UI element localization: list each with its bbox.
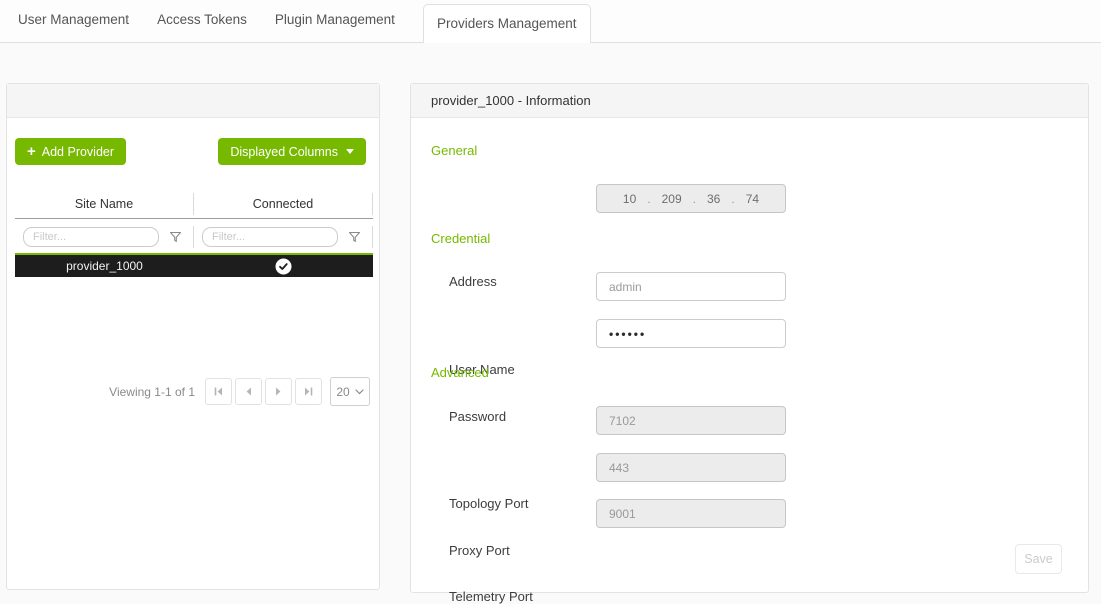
tab-user-management[interactable]: User Management — [18, 0, 129, 42]
ip-separator: . — [693, 192, 696, 206]
provider-information-title: provider_1000 - Information — [431, 93, 591, 108]
save-button[interactable]: Save — [1015, 544, 1062, 574]
address-ip-field: 10 . 209 . 36 . 74 — [596, 184, 786, 213]
provider-information-panel: provider_1000 - Information General Addr… — [410, 83, 1089, 593]
password-input[interactable] — [596, 319, 786, 348]
add-provider-label: Add Provider — [42, 145, 114, 159]
pagination: Viewing 1-1 of 1 — [109, 377, 370, 406]
last-page-button[interactable] — [295, 378, 322, 405]
section-heading-advanced: Advanced — [431, 365, 489, 380]
user-name-input[interactable] — [596, 272, 786, 301]
column-divider — [372, 226, 373, 248]
cell-site-name: provider_1000 — [15, 259, 194, 273]
connected-filter-button[interactable] — [346, 229, 363, 246]
ip-octet-1: 10 — [623, 192, 636, 206]
ip-separator: . — [731, 192, 734, 206]
chevron-down-icon — [355, 389, 364, 395]
ip-octet-3: 36 — [707, 192, 720, 206]
next-page-icon — [274, 386, 283, 397]
site-name-filter-input[interactable] — [23, 227, 159, 247]
ip-octet-4: 74 — [746, 192, 759, 206]
displayed-columns-button[interactable]: Displayed Columns — [218, 138, 366, 165]
ip-octet-2: 209 — [662, 192, 682, 206]
providers-management-page: User Management Access Tokens Plugin Man… — [0, 0, 1101, 600]
proxy-port-label: Proxy Port — [449, 543, 510, 558]
filter-row — [15, 225, 373, 249]
cell-connected — [194, 258, 373, 275]
providers-table: Site Name Connected — [15, 189, 373, 277]
column-divider — [372, 193, 373, 215]
site-name-filter-cell — [15, 227, 193, 247]
topology-port-label: Topology Port — [449, 496, 529, 511]
displayed-columns-label: Displayed Columns — [230, 145, 338, 159]
filter-funnel-icon — [348, 231, 361, 244]
telemetry-port-input — [596, 499, 786, 528]
providers-table-header: Site Name Connected — [15, 189, 373, 219]
caret-down-icon — [346, 149, 354, 154]
section-heading-general: General — [431, 143, 477, 158]
table-row-provider-1000[interactable]: provider_1000 — [15, 253, 373, 277]
tab-providers-management[interactable]: Providers Management — [423, 4, 591, 43]
providers-list-panel: + Add Provider Displayed Columns Site Na… — [6, 83, 380, 590]
password-label: Password — [449, 409, 506, 424]
last-page-icon — [303, 386, 314, 397]
column-header-site-name[interactable]: Site Name — [15, 197, 193, 211]
add-provider-button[interactable]: + Add Provider — [15, 138, 126, 165]
ip-separator: . — [647, 192, 650, 206]
proxy-port-input — [596, 453, 786, 482]
plus-icon: + — [27, 144, 36, 159]
previous-page-button[interactable] — [235, 378, 262, 405]
previous-page-icon — [244, 386, 253, 397]
provider-information-header: provider_1000 - Information — [411, 84, 1088, 118]
pagination-summary: Viewing 1-1 of 1 — [109, 385, 195, 399]
site-name-filter-button[interactable] — [167, 229, 184, 246]
filter-funnel-icon — [169, 231, 182, 244]
first-page-icon — [213, 386, 224, 397]
tab-access-tokens[interactable]: Access Tokens — [157, 0, 247, 42]
next-page-button[interactable] — [265, 378, 292, 405]
top-tab-bar: User Management Access Tokens Plugin Man… — [0, 0, 1101, 43]
providers-list-panel-header — [7, 84, 379, 118]
check-circle-icon — [275, 258, 292, 275]
tab-plugin-management[interactable]: Plugin Management — [275, 0, 395, 42]
section-heading-credential: Credential — [431, 231, 490, 246]
connected-filter-input[interactable] — [202, 227, 338, 247]
address-label: Address — [449, 274, 497, 289]
telemetry-port-label: Telemetry Port — [449, 589, 533, 604]
page-size-select[interactable]: 20 — [330, 377, 370, 406]
connected-filter-cell — [194, 227, 372, 247]
topology-port-input — [596, 406, 786, 435]
page-size-value: 20 — [336, 385, 349, 399]
column-header-connected[interactable]: Connected — [194, 197, 372, 211]
first-page-button[interactable] — [205, 378, 232, 405]
